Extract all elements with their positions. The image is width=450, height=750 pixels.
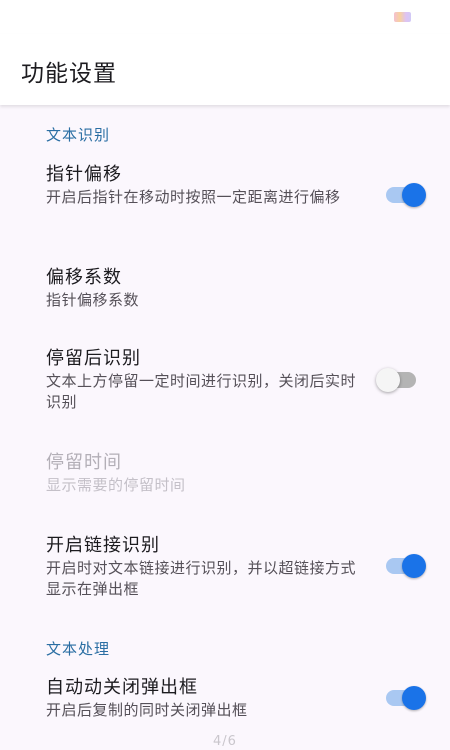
pref-recognize-after-hover[interactable]: 停留后识别 文本上方停留一定时间进行识别，关闭后实时识别 bbox=[46, 348, 356, 413]
pref-summary: 开启时对文本链接进行识别，并以超链接方式显示在弹出框 bbox=[46, 559, 357, 598]
pref-summary: 指针偏移系数 bbox=[46, 291, 140, 309]
pref-summary: 开启后复制的同时关闭弹出框 bbox=[46, 701, 248, 719]
section-header-text-recognition: 文本识别 bbox=[46, 126, 111, 144]
status-bar bbox=[0, 0, 450, 34]
auto-close-popup-switch[interactable] bbox=[384, 680, 428, 716]
page-indicator: 4/6 bbox=[213, 734, 237, 749]
pref-auto-close-popup[interactable]: 自动动关闭弹出框 开启后复制的同时关闭弹出框 bbox=[46, 677, 356, 721]
pref-title: 偏移系数 bbox=[46, 267, 122, 288]
pointer-offset-switch[interactable] bbox=[384, 177, 428, 213]
pref-pointer-offset[interactable]: 指针偏移 开启后指针在移动时按照一定距离进行偏移 bbox=[46, 164, 356, 208]
switch-thumb bbox=[402, 554, 426, 578]
switch-thumb bbox=[376, 368, 400, 392]
pref-title: 停留后识别 bbox=[46, 348, 141, 369]
pref-summary: 文本上方停留一定时间进行识别，关闭后实时识别 bbox=[46, 372, 357, 411]
pref-summary: 显示需要的停留时间 bbox=[46, 476, 186, 494]
app-bar: 功能设置 bbox=[0, 34, 450, 105]
recognize-after-hover-switch[interactable] bbox=[376, 362, 420, 398]
pref-title: 自动动关闭弹出框 bbox=[46, 677, 198, 698]
pref-title: 开启链接识别 bbox=[46, 535, 160, 556]
pref-summary: 开启后指针在移动时按照一定距离进行偏移 bbox=[46, 188, 341, 206]
pref-title: 指针偏移 bbox=[46, 164, 122, 185]
switch-thumb bbox=[402, 183, 426, 207]
battery-icon bbox=[394, 12, 411, 22]
pref-link-recognition[interactable]: 开启链接识别 开启时对文本链接进行识别，并以超链接方式显示在弹出框 bbox=[46, 535, 356, 600]
pref-offset-factor[interactable]: 偏移系数 指针偏移系数 bbox=[46, 267, 356, 311]
switch-thumb bbox=[402, 686, 426, 710]
pref-hover-time: 停留时间 显示需要的停留时间 bbox=[46, 452, 356, 496]
link-recognition-switch[interactable] bbox=[384, 548, 428, 584]
section-header-text-processing: 文本处理 bbox=[46, 640, 111, 658]
page-title: 功能设置 bbox=[21, 61, 117, 87]
pref-title: 停留时间 bbox=[46, 452, 122, 473]
